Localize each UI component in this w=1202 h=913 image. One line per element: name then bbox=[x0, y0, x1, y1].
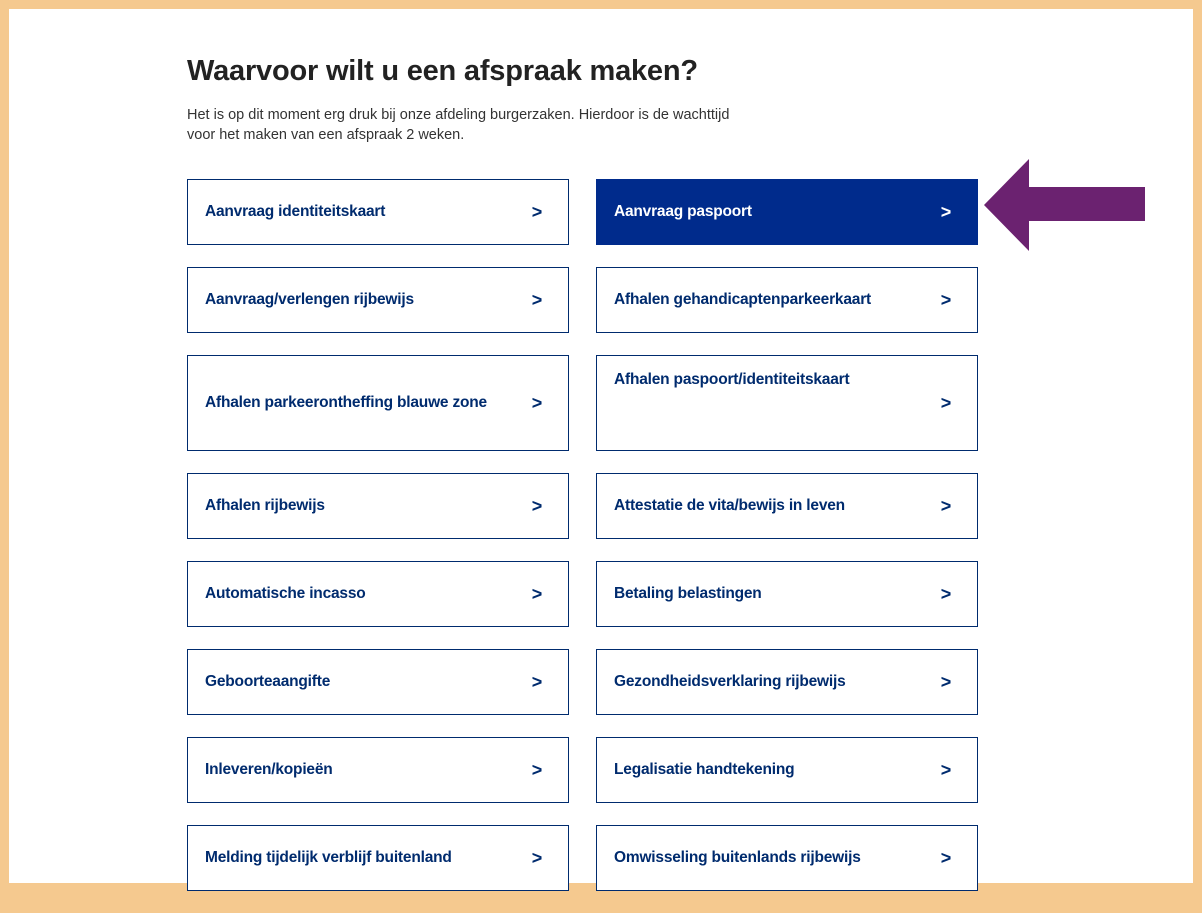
option-omwisseling-buitenlands-rijbewijs[interactable]: Omwisseling buitenlands rijbewijs > bbox=[596, 825, 978, 891]
chevron-right-icon: > bbox=[940, 496, 952, 516]
chevron-right-icon: > bbox=[531, 393, 543, 413]
option-label: Gezondheidsverklaring rijbewijs bbox=[614, 673, 846, 690]
page-frame: Waarvoor wilt u een afspraak maken? Het … bbox=[9, 9, 1193, 891]
option-melding-tijdelijk-verblijf-buitenland[interactable]: Melding tijdelijk verblijf buitenland > bbox=[187, 825, 569, 891]
page-title: Waarvoor wilt u een afspraak maken? bbox=[187, 55, 698, 87]
option-label: Afhalen parkeerontheffing blauwe zone bbox=[205, 394, 487, 411]
option-label: Aanvraag identiteitskaart bbox=[205, 203, 386, 220]
chevron-right-icon: > bbox=[531, 202, 543, 222]
option-label: Betaling belastingen bbox=[614, 585, 762, 602]
option-label: Afhalen rijbewijs bbox=[205, 497, 325, 514]
option-betaling-belastingen[interactable]: Betaling belastingen > bbox=[596, 561, 978, 627]
option-label: Legalisatie handtekening bbox=[614, 761, 795, 778]
option-label: Aanvraag paspoort bbox=[614, 203, 752, 220]
option-label: Afhalen paspoort/identiteitskaart bbox=[614, 371, 850, 388]
option-label: Afhalen gehandicaptenparkeerkaart bbox=[614, 291, 871, 308]
appointment-options: Aanvraag identiteitskaart > Aanvraag pas… bbox=[187, 179, 978, 913]
chevron-right-icon: > bbox=[940, 584, 952, 604]
chevron-right-icon: > bbox=[940, 393, 952, 413]
chevron-right-icon: > bbox=[940, 760, 952, 780]
chevron-right-icon: > bbox=[531, 848, 543, 868]
option-inleveren-kopieen[interactable]: Inleveren/kopieën > bbox=[187, 737, 569, 803]
option-aanvraag-verlengen-rijbewijs[interactable]: Aanvraag/verlengen rijbewijs > bbox=[187, 267, 569, 333]
chevron-right-icon: > bbox=[531, 584, 543, 604]
option-afhalen-gehandicaptenparkeerkaart[interactable]: Afhalen gehandicaptenparkeerkaart > bbox=[596, 267, 978, 333]
chevron-right-icon: > bbox=[531, 672, 543, 692]
chevron-right-icon: > bbox=[531, 760, 543, 780]
chevron-right-icon: > bbox=[940, 202, 952, 222]
chevron-right-icon: > bbox=[940, 290, 952, 310]
option-aanvraag-paspoort[interactable]: Aanvraag paspoort > bbox=[596, 179, 978, 245]
option-label: Geboorteaangifte bbox=[205, 673, 331, 690]
option-geboorteaangifte[interactable]: Geboorteaangifte > bbox=[187, 649, 569, 715]
option-label: Automatische incasso bbox=[205, 585, 366, 602]
option-aanvraag-identiteitskaart[interactable]: Aanvraag identiteitskaart > bbox=[187, 179, 569, 245]
option-label: Attestatie de vita/bewijs in leven bbox=[614, 497, 845, 514]
option-legalisatie-handtekening[interactable]: Legalisatie handtekening > bbox=[596, 737, 978, 803]
option-afhalen-paspoort-identiteitskaart[interactable]: Afhalen paspoort/identiteitskaart > bbox=[596, 355, 978, 451]
chevron-right-icon: > bbox=[940, 672, 952, 692]
chevron-right-icon: > bbox=[940, 848, 952, 868]
option-afhalen-parkeerontheffing[interactable]: Afhalen parkeerontheffing blauwe zone > bbox=[187, 355, 569, 451]
main-content: Waarvoor wilt u een afspraak maken? Het … bbox=[187, 53, 987, 891]
arrow-left-icon bbox=[984, 159, 1145, 251]
option-afhalen-rijbewijs[interactable]: Afhalen rijbewijs > bbox=[187, 473, 569, 539]
option-label: Melding tijdelijk verblijf buitenland bbox=[205, 849, 452, 866]
chevron-right-icon: > bbox=[531, 496, 543, 516]
option-gezondheidsverklaring-rijbewijs[interactable]: Gezondheidsverklaring rijbewijs > bbox=[596, 649, 978, 715]
intro-text: Het is op dit moment erg druk bij onze a… bbox=[187, 107, 730, 143]
option-attestatie-de-vita[interactable]: Attestatie de vita/bewijs in leven > bbox=[596, 473, 978, 539]
option-label: Omwisseling buitenlands rijbewijs bbox=[614, 849, 861, 866]
chevron-right-icon: > bbox=[531, 290, 543, 310]
option-label: Aanvraag/verlengen rijbewijs bbox=[205, 291, 414, 308]
option-label: Inleveren/kopieën bbox=[205, 761, 333, 778]
option-automatische-incasso[interactable]: Automatische incasso > bbox=[187, 561, 569, 627]
